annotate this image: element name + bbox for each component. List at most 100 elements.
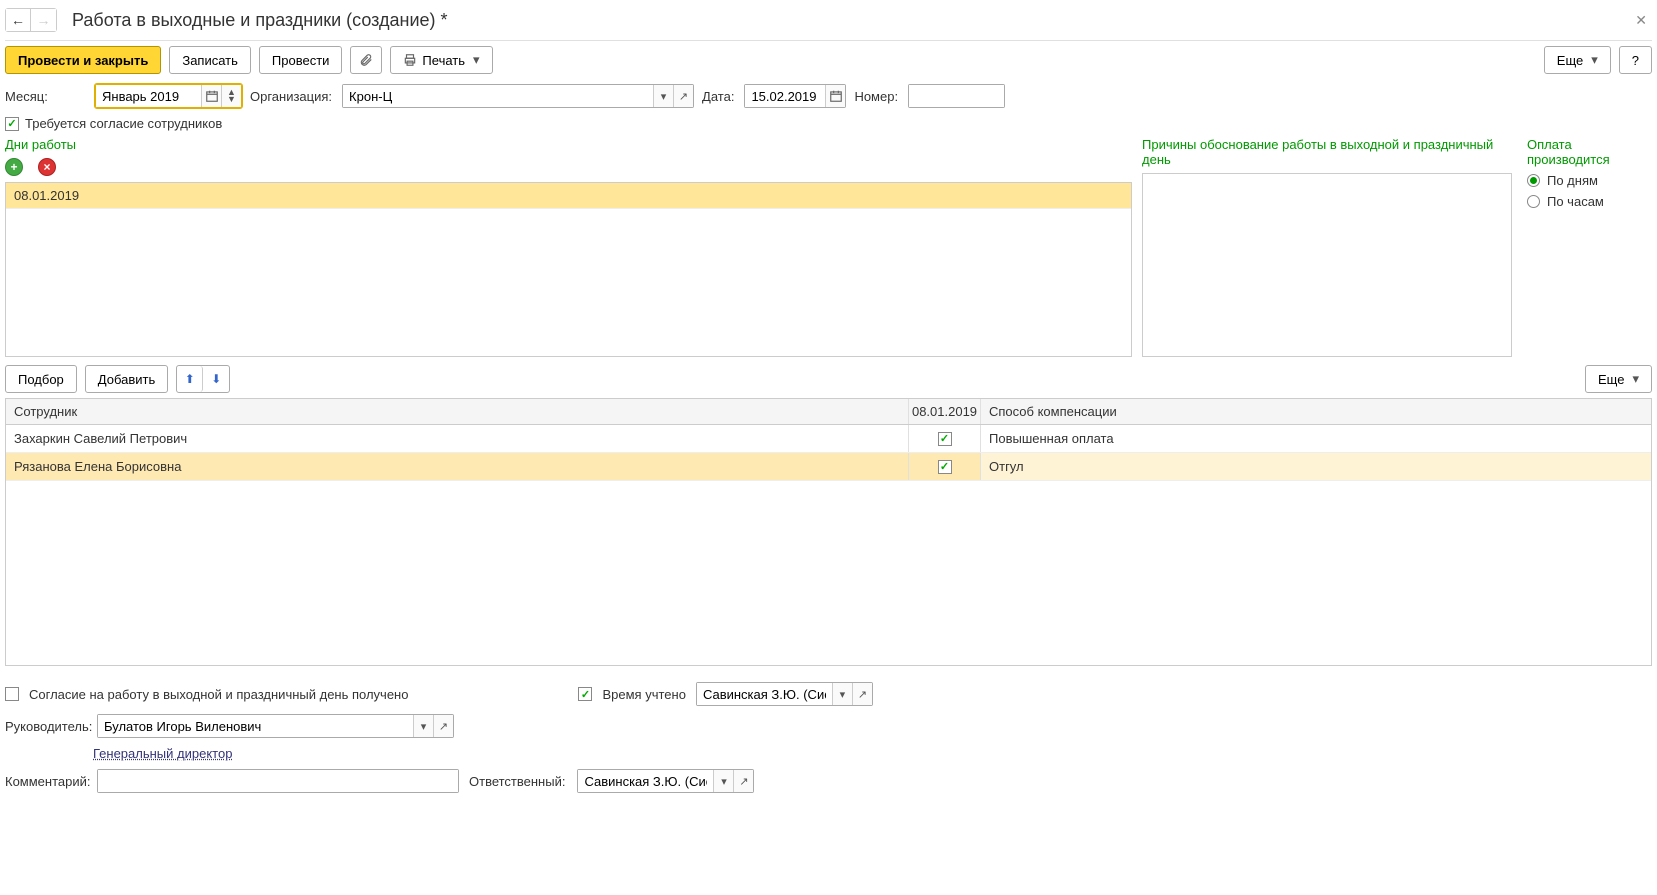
org-field: ▾ ↗ <box>342 84 694 108</box>
delete-day-button[interactable]: × <box>38 158 56 176</box>
manager-input[interactable] <box>98 715 413 737</box>
reasons-textarea[interactable] <box>1142 173 1512 357</box>
time-accounted-checkbox[interactable] <box>578 687 592 701</box>
add-day-button[interactable]: + <box>5 158 23 176</box>
responsible-input[interactable] <box>578 770 713 792</box>
time-accounted-label: Время учтено <box>602 687 685 702</box>
date-checkbox[interactable] <box>938 432 952 446</box>
calendar-icon[interactable] <box>201 85 221 107</box>
employee-name-cell: Рязанова Елена Борисовна <box>6 453 909 480</box>
header-row: ← → Работа в выходные и праздники (созда… <box>5 5 1652 40</box>
dropdown-icon[interactable]: ▾ <box>413 715 433 737</box>
open-icon[interactable]: ↗ <box>852 683 872 705</box>
days-list[interactable]: 08.01.2019 <box>5 182 1132 357</box>
pick-button[interactable]: Подбор <box>5 365 77 393</box>
work-days-title: Дни работы <box>5 134 1132 155</box>
dropdown-icon[interactable]: ▾ <box>832 683 852 705</box>
col-header-date[interactable]: 08.01.2019 <box>909 399 981 424</box>
comment-row: Комментарий: Ответственный: ▾ ↗ <box>5 765 1652 797</box>
consent-required-row: Требуется согласие сотрудников <box>5 113 1652 134</box>
main-area: Дни работы + × 08.01.2019 Причины обосно… <box>5 134 1652 357</box>
table-body: Захаркин Савелий Петрович Повышенная опл… <box>6 425 1651 665</box>
move-down-button[interactable]: ⬇ <box>203 366 229 392</box>
accountant-field: ▾ ↗ <box>696 682 873 706</box>
page-title: Работа в выходные и праздники (создание)… <box>72 10 448 31</box>
save-button[interactable]: Записать <box>169 46 251 74</box>
by-days-label: По дням <box>1547 173 1598 188</box>
attach-button[interactable] <box>350 46 382 74</box>
paperclip-icon <box>359 53 373 67</box>
nav-back-button[interactable]: ← <box>6 9 31 31</box>
payment-by-hours-row: По часам <box>1527 191 1652 212</box>
payment-title: Оплата производится <box>1527 134 1652 170</box>
date-checkbox[interactable] <box>938 460 952 474</box>
employee-more-button[interactable]: Еще <box>1585 365 1652 393</box>
number-label: Номер: <box>854 89 898 104</box>
employee-comp-cell: Повышенная оплата <box>981 425 1651 452</box>
manager-position-link[interactable]: Генеральный директор <box>93 746 232 761</box>
manager-position-row: Генеральный директор <box>5 742 1652 765</box>
close-button[interactable]: ✕ <box>1630 12 1652 29</box>
table-header: Сотрудник 08.01.2019 Способ компенсации <box>6 399 1651 425</box>
move-up-button[interactable]: ⬆ <box>177 366 203 392</box>
table-row[interactable]: Захаркин Савелий Петрович Повышенная опл… <box>6 425 1651 453</box>
month-label: Месяц: <box>5 89 85 104</box>
print-button[interactable]: Печать <box>390 46 492 74</box>
org-input[interactable] <box>343 85 653 107</box>
col-header-employee[interactable]: Сотрудник <box>6 399 909 424</box>
payment-section: Оплата производится По дням По часам <box>1522 134 1652 357</box>
by-days-radio[interactable] <box>1527 174 1540 187</box>
col-header-compensation[interactable]: Способ компенсации <box>981 399 1651 424</box>
dropdown-icon[interactable]: ▾ <box>653 85 673 107</box>
manager-label: Руководитель: <box>5 719 85 734</box>
nav-buttons: ← → <box>5 8 57 32</box>
employee-date-cell <box>909 453 981 480</box>
payment-by-days-row: По дням <box>1527 170 1652 191</box>
employee-date-cell <box>909 425 981 452</box>
by-hours-radio[interactable] <box>1527 195 1540 208</box>
accountant-input[interactable] <box>697 683 832 705</box>
date-label: Дата: <box>702 89 734 104</box>
org-label: Организация: <box>250 89 332 104</box>
manager-field: ▾ ↗ <box>97 714 454 738</box>
consent-received-checkbox[interactable] <box>5 687 19 701</box>
consent-required-checkbox[interactable] <box>5 117 19 131</box>
by-hours-label: По часам <box>1547 194 1604 209</box>
table-row[interactable]: Рязанова Елена Борисовна Отгул <box>6 453 1651 481</box>
post-button[interactable]: Провести <box>259 46 343 74</box>
open-icon[interactable]: ↗ <box>433 715 453 737</box>
open-icon[interactable]: ↗ <box>673 85 693 107</box>
calendar-icon[interactable] <box>825 85 845 107</box>
comment-field <box>97 769 459 793</box>
comment-input[interactable] <box>98 770 458 792</box>
printer-icon <box>403 53 417 67</box>
dropdown-icon[interactable]: ▾ <box>713 770 733 792</box>
date-field <box>744 84 846 108</box>
add-employee-button[interactable]: Добавить <box>85 365 168 393</box>
consent-received-label: Согласие на работу в выходной и празднич… <box>29 687 408 702</box>
employee-name-cell: Захаркин Савелий Петрович <box>6 425 909 452</box>
reasons-title: Причины обоснование работы в выходной и … <box>1142 134 1512 170</box>
list-item[interactable]: 08.01.2019 <box>6 183 1131 209</box>
number-input[interactable] <box>909 85 1004 107</box>
nav-forward-button[interactable]: → <box>31 9 56 31</box>
manager-row: Руководитель: ▾ ↗ <box>5 710 1652 742</box>
print-label: Печать <box>422 53 465 68</box>
days-buttons: + × <box>5 155 1132 182</box>
work-days-section: Дни работы + × 08.01.2019 <box>5 134 1132 357</box>
consent-time-row: Согласие на работу в выходной и празднич… <box>5 678 1652 710</box>
employee-comp-cell: Отгул <box>981 453 1651 480</box>
consent-required-label: Требуется согласие сотрудников <box>25 116 222 131</box>
date-input[interactable] <box>745 85 825 107</box>
employee-toolbar: Подбор Добавить ⬆ ⬇ Еще <box>5 357 1652 398</box>
help-button[interactable]: ? <box>1619 46 1652 74</box>
more-button[interactable]: Еще <box>1544 46 1611 74</box>
month-input[interactable] <box>96 85 201 107</box>
spinner-icon[interactable]: ▲▼ <box>221 85 241 107</box>
number-field <box>908 84 1005 108</box>
arrow-right-icon: → <box>37 12 51 28</box>
responsible-field: ▾ ↗ <box>577 769 754 793</box>
post-and-close-button[interactable]: Провести и закрыть <box>5 46 161 74</box>
comment-label: Комментарий: <box>5 774 85 789</box>
open-icon[interactable]: ↗ <box>733 770 753 792</box>
